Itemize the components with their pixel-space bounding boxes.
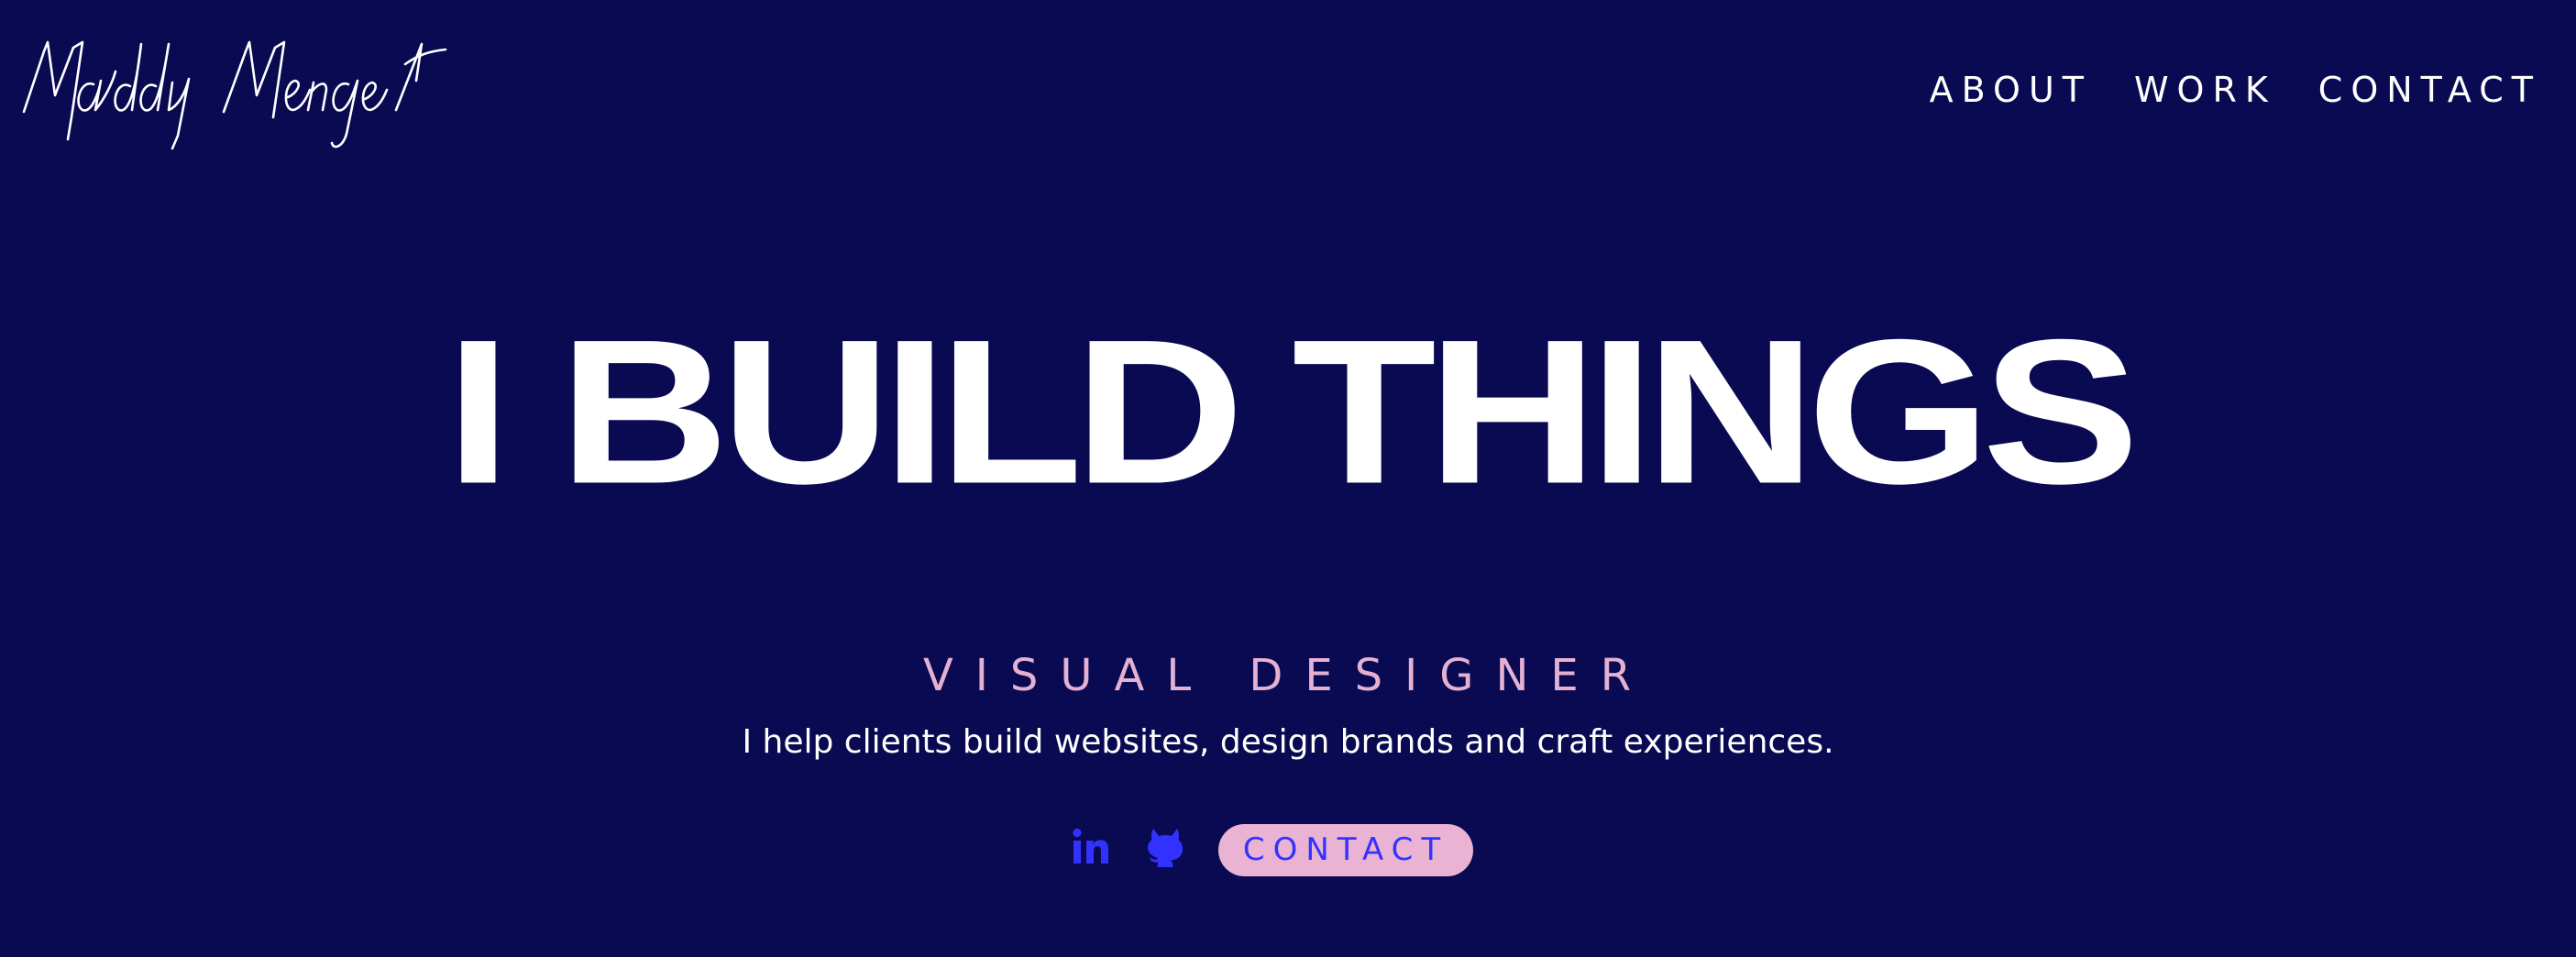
contact-button[interactable]: CONTACT xyxy=(1218,824,1473,876)
nav-work[interactable]: WORK xyxy=(2134,64,2276,116)
logo-signature[interactable] xyxy=(17,26,455,154)
main-nav: ABOUT WORK CONTACT xyxy=(1930,64,2541,116)
nav-about[interactable]: ABOUT xyxy=(1930,64,2092,116)
signature-mark xyxy=(22,40,447,150)
github-link[interactable] xyxy=(1146,827,1184,867)
site-header: ABOUT WORK CONTACT xyxy=(0,0,2576,183)
hero-title: I BUILD THINGS xyxy=(446,295,2140,527)
github-icon xyxy=(1147,829,1183,867)
linkedin-icon xyxy=(1073,828,1108,864)
linkedin-link[interactable] xyxy=(1071,827,1111,867)
hero-actions: CONTACT xyxy=(1063,821,1485,880)
hero-tagline: I help clients build websites, design br… xyxy=(742,723,1834,761)
hero-subtitle: VISUAL DESIGNER xyxy=(922,650,1654,701)
nav-contact[interactable]: CONTACT xyxy=(2318,64,2541,116)
